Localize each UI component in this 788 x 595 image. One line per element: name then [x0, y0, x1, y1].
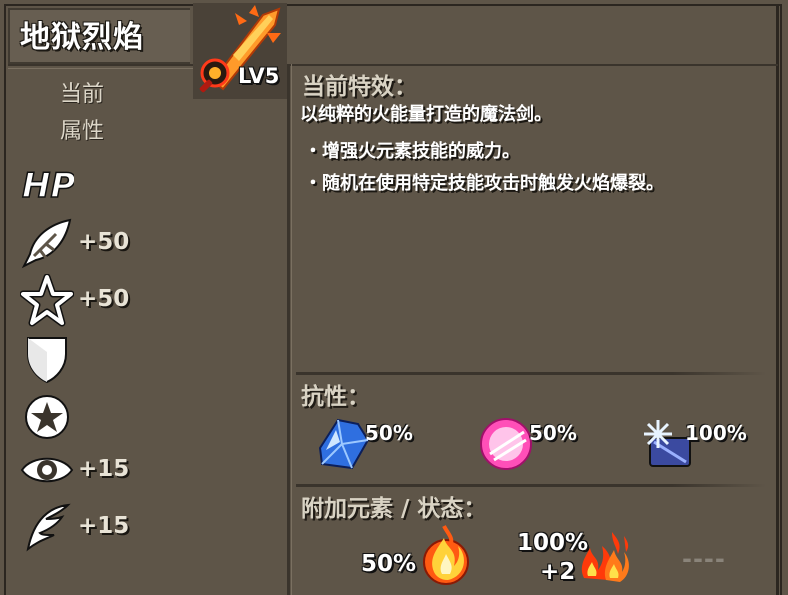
shield-icon [20, 332, 74, 386]
additional-heading: 附加元素 / 状态： [301, 496, 487, 522]
column-divider-highlight [291, 64, 292, 595]
stat-value: +15 [78, 456, 130, 482]
item-name: 地狱烈焰 [20, 20, 144, 55]
hp-text: HP [22, 166, 74, 206]
attributes-label: 属性 [60, 119, 105, 144]
empty-slot: ---- [682, 545, 726, 573]
stat-value: +50 [78, 229, 130, 255]
additional-value: 100% [517, 530, 589, 556]
resistance-value: 100% [685, 421, 747, 445]
stat-value: +50 [78, 286, 130, 312]
stat-value: +15 [78, 513, 130, 539]
hp-icon: HP [20, 158, 76, 212]
item-level: LV5 [238, 64, 280, 88]
frame-right-edge [776, 4, 779, 595]
resistance-value: 50% [529, 421, 577, 445]
eye-icon [20, 443, 74, 497]
section-divider [296, 372, 766, 375]
current-attributes-label: 当前 属性 [60, 76, 104, 150]
fire-orb-icon [414, 522, 476, 588]
effect-heading: 当前特效： [302, 74, 417, 100]
section-divider [296, 484, 766, 487]
resistance-value: 50% [365, 421, 413, 445]
effect-description: 以纯粹的火能量打造的魔法剑。 [300, 104, 552, 125]
resistance-heading: 抗性： [301, 384, 370, 410]
effect-bullet: ・增强火元素技能的威力。 [304, 141, 520, 162]
pink-orb-icon [476, 414, 536, 474]
attack-leaf-icon [20, 216, 74, 270]
star-badge-icon [20, 390, 74, 444]
effect-bullet: ・随机在使用特定技能攻击时触发火焰爆裂。 [304, 173, 664, 194]
additional-value: 50% [361, 551, 417, 577]
wing-icon [20, 501, 74, 555]
current-label: 当前 [60, 82, 105, 107]
column-divider [287, 64, 290, 595]
divider [290, 64, 778, 66]
additional-extra: +2 [540, 559, 576, 585]
star-outline-icon [19, 273, 75, 328]
ice-crystal-icon [312, 414, 372, 474]
